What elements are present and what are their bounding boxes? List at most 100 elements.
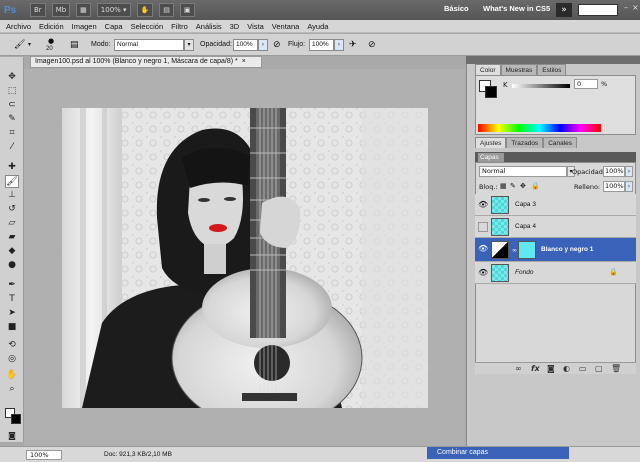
eye-icon[interactable]: 👁 [478,200,488,210]
document-close-icon[interactable]: × [242,58,246,65]
tablet-size-icon[interactable]: ⊘ [368,40,376,50]
eye-icon[interactable]: 👁 [478,244,488,254]
blur-tool-icon[interactable]: ◆ [5,245,19,258]
close-icon[interactable]: × [632,4,640,12]
quick-select-tool-icon[interactable]: ✎ [5,113,19,126]
clone-stamp-tool-icon[interactable]: ⊥ [5,189,19,202]
shape-tool-icon[interactable]: ■ [5,321,19,334]
fill-slider-icon[interactable]: › [625,181,633,192]
workspace-whats-new[interactable]: What's New in CS5 [483,4,550,13]
minibridge-button[interactable]: Mb [51,3,71,17]
blend-mode-select[interactable]: Normal [479,166,567,177]
lock-position-icon[interactable]: ✥ [520,182,526,190]
status-zoom-field[interactable]: 100% [26,450,62,460]
mode-select[interactable]: Normal [114,39,184,51]
layer-opacity-slider-icon[interactable]: › [625,166,633,177]
eye-hidden-icon[interactable] [478,222,488,232]
color-spectrum[interactable] [478,124,601,132]
layer-row[interactable]: 👁 Fondo 🔒 [475,262,636,284]
view-extras-button[interactable]: ▦ [76,3,91,17]
gradient-tool-icon[interactable]: ▰ [5,231,19,244]
trash-icon[interactable]: 🗑 [611,364,621,374]
hand-tool-icon[interactable]: ✋ [5,369,19,382]
marquee-tool-icon[interactable]: ⬚ [5,85,19,98]
lock-all-icon[interactable]: 🔒 [531,182,540,190]
brush-preset-icon[interactable]: 🖌 [14,40,25,50]
type-tool-icon[interactable]: T [5,293,19,306]
path-select-tool-icon[interactable]: ➤ [5,307,19,320]
workspace-more-button[interactable]: » [556,3,572,17]
brush-panel-icon[interactable]: ▤ [70,40,79,50]
new-group-icon[interactable]: ▭ [579,364,587,374]
brush-tip-icon[interactable]: ● [48,36,54,46]
eyedropper-tool-icon[interactable]: ⁄ [5,141,19,154]
opacity-input[interactable]: 100% [233,39,258,51]
menu-archivo[interactable]: Archivo [6,22,31,31]
zoom-level-dropdown[interactable]: 100% ▾ [96,3,131,17]
eraser-tool-icon[interactable]: ▱ [5,217,19,230]
tab-muestras[interactable]: Muestras [500,64,538,75]
menu-capa[interactable]: Capa [105,22,123,31]
tab-ajustes[interactable]: Ajustes [475,137,507,148]
add-mask-icon[interactable]: ◙ [547,364,555,374]
adjustment-layer-icon[interactable]: ◐ [563,364,570,374]
3d-orbit-tool-icon[interactable]: ◎ [5,353,19,366]
quick-mask-icon[interactable]: ◙ [5,429,19,442]
link-icon[interactable]: ∞ [512,247,517,254]
document-image[interactable] [62,108,428,408]
opacity-slider-icon[interactable]: › [258,39,268,51]
tab-canales[interactable]: Canales [543,137,578,148]
layer-opacity-input[interactable]: 100% [603,166,625,177]
tab-trazados[interactable]: Trazados [506,137,544,148]
layer-row[interactable]: Capa 4 [475,216,636,238]
menu-filtro[interactable]: Filtro [171,22,188,31]
mode-dropdown-icon[interactable]: ▾ [184,39,194,51]
fill-input[interactable]: 100% [603,181,625,192]
layer-row-selected[interactable]: 👁 ∞ Blanco y negro 1 [475,238,636,262]
pen-tool-icon[interactable]: ✒ [5,279,19,292]
layer-row[interactable]: 👁 Capa 3 [475,194,636,216]
crop-tool-icon[interactable]: ⌗ [5,127,19,140]
arrange-docs-button[interactable]: ▤ [159,3,174,17]
healing-tool-icon[interactable]: ✚ [5,161,19,174]
minimize-icon[interactable]: – [624,4,632,12]
menu-ayuda[interactable]: Ayuda [307,22,328,31]
link-layers-icon[interactable]: ∞ [515,364,522,374]
flow-input[interactable]: 100% [309,39,334,51]
layer-mask-thumbnail[interactable] [518,241,536,259]
bridge-button[interactable]: Br [30,3,46,17]
airbrush-icon[interactable]: ✈ [349,40,357,50]
layers-panel-title[interactable]: Capas [478,153,504,162]
background-color-swatch[interactable] [11,414,21,424]
workspace-basico[interactable]: Básico [444,4,469,13]
lock-pixels-icon[interactable]: ▦ [500,182,507,190]
tab-color[interactable]: Color [475,64,501,75]
hand-tool-button[interactable]: ✋ [136,3,154,17]
tab-estilos[interactable]: Estilos [537,64,567,75]
new-layer-icon[interactable]: ▢ [595,364,603,374]
menu-edicion[interactable]: Edición [39,22,64,31]
k-input[interactable]: 0 [574,79,598,89]
history-brush-tool-icon[interactable]: ↺ [5,203,19,216]
menu-analisis[interactable]: Análisis [196,22,222,31]
preset-dropdown-icon[interactable]: ▾ [28,40,31,50]
dodge-tool-icon[interactable]: ● [5,259,19,272]
eye-icon[interactable]: 👁 [478,268,488,278]
fx-icon[interactable]: fx [531,364,540,374]
menu-seleccion[interactable]: Selección [131,22,164,31]
search-field[interactable] [578,4,618,16]
brush-tool-icon[interactable]: 🖌 [5,175,19,188]
lock-image-icon[interactable]: ✎ [510,182,516,190]
menu-3d[interactable]: 3D [230,22,240,31]
menu-ventana[interactable]: Ventana [272,22,300,31]
document-tab[interactable]: Imagen100.psd al 100% (Blanco y negro 1,… [30,56,262,68]
tablet-opacity-icon[interactable]: ⊘ [273,40,281,50]
screen-mode-button[interactable]: ▣ [179,3,195,17]
zoom-tool-icon[interactable]: ⌕ [5,383,19,396]
flow-slider-icon[interactable]: › [334,39,344,51]
color-bg-swatch[interactable] [485,86,497,98]
k-slider[interactable] [512,84,570,88]
3d-rotate-tool-icon[interactable]: ⟲ [5,339,19,352]
menu-imagen[interactable]: Imagen [72,22,97,31]
lasso-tool-icon[interactable]: ⊂ [5,99,19,112]
